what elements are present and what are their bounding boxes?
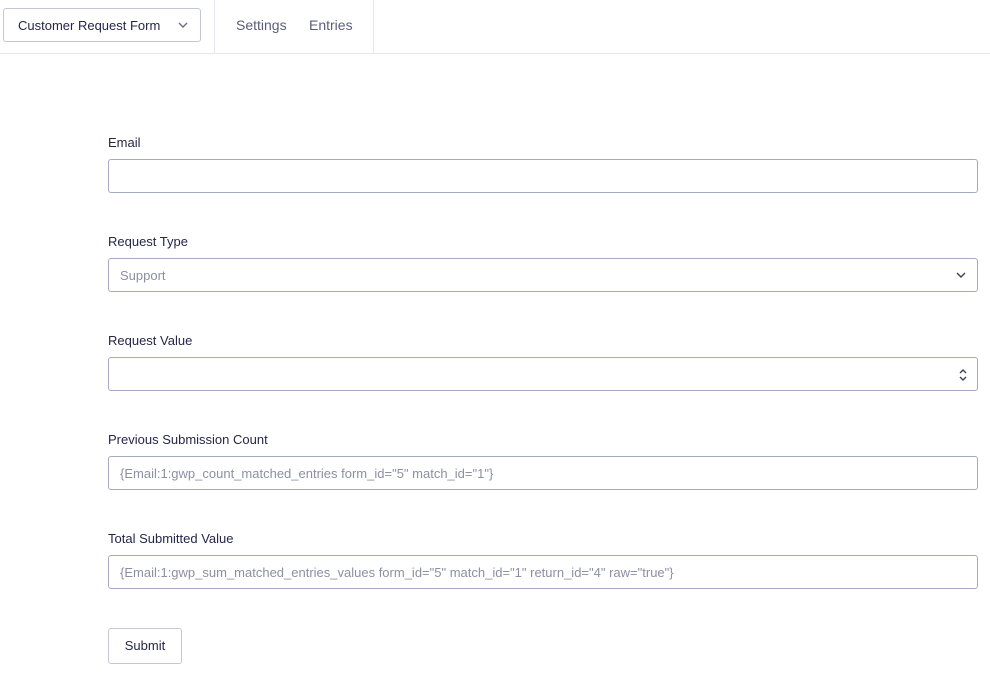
submit-button[interactable]: Submit [108, 628, 182, 664]
form-switcher-dropdown[interactable]: Customer Request Form [3, 8, 201, 42]
chevron-down-icon [178, 22, 188, 28]
previous-submission-count-field[interactable]: {Email:1:gwp_count_matched_entries form_… [108, 456, 978, 490]
request-value-input[interactable] [108, 357, 978, 391]
nav-settings-link[interactable]: Settings [236, 17, 287, 33]
email-label: Email [108, 135, 141, 150]
chevron-down-icon [956, 272, 966, 278]
header-divider [214, 0, 215, 54]
stepper-arrows-icon[interactable] [958, 367, 968, 383]
previous-submission-count-label: Previous Submission Count [108, 432, 268, 447]
form-switcher-label: Customer Request Form [18, 18, 161, 33]
total-submitted-value-placeholder: {Email:1:gwp_sum_matched_entries_values … [120, 565, 674, 580]
top-bar: Customer Request Form Settings Entries [0, 0, 990, 54]
email-field[interactable] [108, 159, 978, 193]
request-value-label: Request Value [108, 333, 193, 348]
header-divider [373, 0, 374, 54]
total-submitted-value-field[interactable]: {Email:1:gwp_sum_matched_entries_values … [108, 555, 978, 589]
request-type-label: Request Type [108, 234, 188, 249]
request-type-selected-value: Support [120, 268, 166, 283]
request-type-select[interactable]: Support [108, 258, 978, 292]
nav-entries-link[interactable]: Entries [309, 17, 353, 33]
total-submitted-value-label: Total Submitted Value [108, 531, 234, 546]
previous-submission-count-placeholder: {Email:1:gwp_count_matched_entries form_… [120, 466, 494, 481]
